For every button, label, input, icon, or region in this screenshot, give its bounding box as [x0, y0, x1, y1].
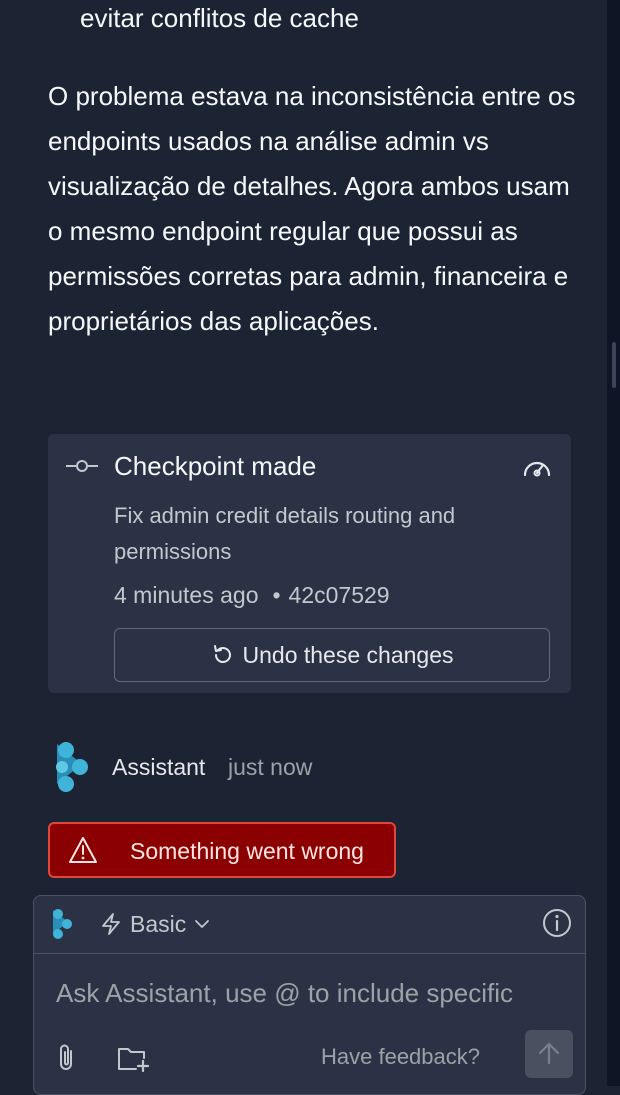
mode-label: Basic [130, 910, 187, 937]
checkpoint-time: 4 minutes ago [114, 582, 259, 608]
assistant-timestamp: just now [228, 754, 313, 780]
info-icon[interactable] [542, 908, 572, 938]
assistant-logo-icon [56, 742, 88, 792]
scrollbar-thumb[interactable] [612, 342, 616, 388]
folder-add-icon[interactable] [116, 1042, 150, 1074]
undo-label: Undo these changes [242, 641, 454, 668]
arrow-up-icon [538, 1042, 560, 1065]
gauge-icon[interactable] [522, 456, 552, 478]
lightning-icon [102, 913, 120, 935]
checkpoint-title: Checkpoint made [114, 451, 317, 481]
assistant-name: Assistant [112, 754, 206, 780]
feedback-link[interactable]: Have feedback? [321, 1042, 480, 1072]
list-item-text: evitar conflitos de cache [80, 3, 359, 33]
checkpoint-message: Fix admin credit details routing and per… [114, 503, 456, 564]
undo-changes-button[interactable]: Undo these changes [114, 628, 550, 682]
assistant-message-paragraph: O problema estava na inconsistência entr… [48, 81, 576, 336]
assistant-logo-icon [53, 909, 72, 939]
chat-panel: evitar conflitos de cache O problema est… [4, 0, 607, 1095]
commit-icon [66, 460, 98, 472]
checkpoint-card: Checkpoint made Fix admin credit details… [48, 434, 571, 693]
send-button[interactable] [525, 1030, 573, 1078]
composer: Basic Have feedback? [33, 895, 586, 1095]
mode-select[interactable]: Basic [100, 908, 210, 940]
paperclip-icon[interactable] [54, 1042, 80, 1072]
warning-icon [69, 837, 97, 863]
chevron-down-icon [195, 920, 210, 928]
commit-hash[interactable]: 42c07529 [289, 582, 390, 608]
error-banner: Something went wrong [48, 822, 396, 878]
prompt-input[interactable] [54, 972, 568, 1014]
composer-toolbar: Basic [34, 896, 585, 954]
panel-divider [607, 0, 620, 1086]
error-message: Something went wrong [130, 838, 364, 864]
undo-icon [213, 645, 231, 663]
checkpoint-meta: 4 minutes ago • 42c07529 [114, 580, 390, 610]
separator-dot: • [272, 582, 281, 608]
